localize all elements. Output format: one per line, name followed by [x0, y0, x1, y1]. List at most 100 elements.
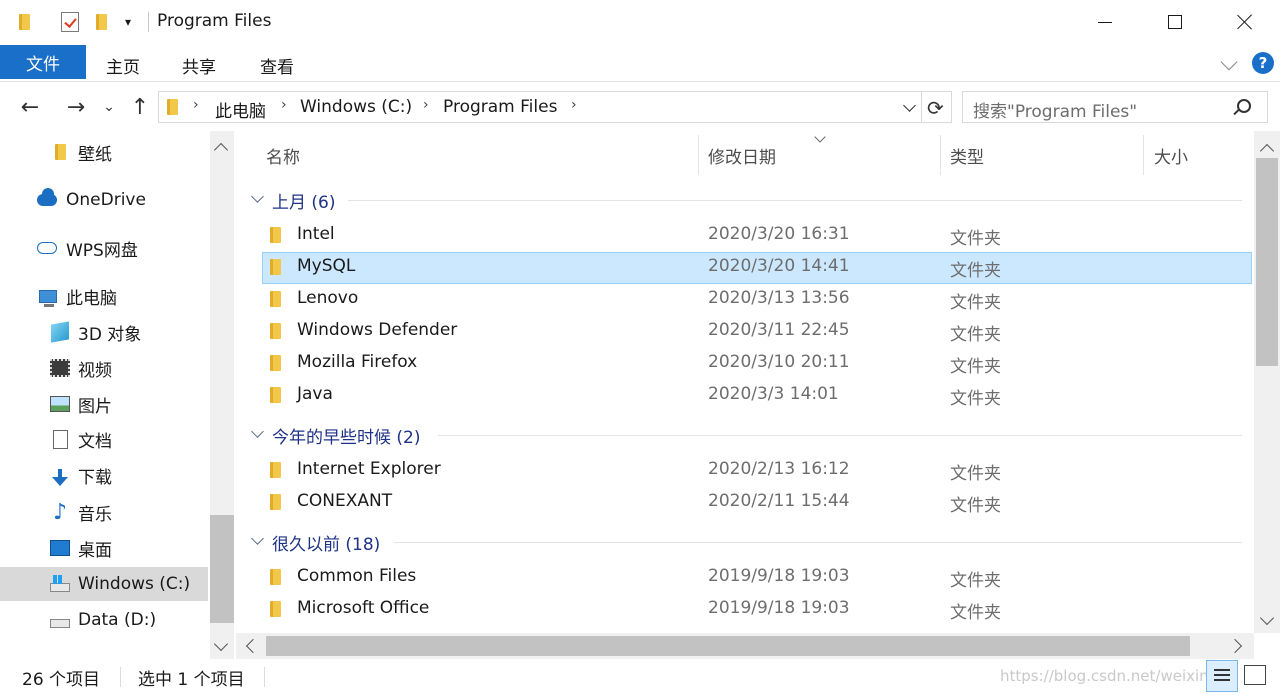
sidebar-item-wallpaper[interactable]: 壁纸 — [0, 135, 208, 169]
column-divider[interactable] — [1143, 135, 1144, 175]
new-folder-button[interactable] — [90, 10, 112, 34]
status-divider — [120, 667, 121, 687]
item-count: 26 个项目 — [22, 670, 101, 690]
table-row-selected[interactable]: MySQL 2020/3/20 14:41 文件夹 — [262, 252, 1252, 284]
table-row[interactable]: Windows Defender 2020/3/11 22:45 文件夹 — [262, 316, 1252, 348]
table-row[interactable]: Intel 2020/3/20 16:31 文件夹 — [262, 220, 1252, 252]
sidebar-item-pictures[interactable]: 图片 — [0, 387, 208, 421]
group-divider — [348, 200, 1242, 201]
drive-c-icon — [50, 574, 70, 597]
refresh-icon[interactable]: ⟳ — [927, 96, 944, 120]
tab-home[interactable]: 主页 — [90, 48, 156, 82]
customize-quick-access-button[interactable]: ▾ — [118, 10, 138, 34]
column-header-date-modified[interactable]: 修改日期 — [708, 143, 776, 168]
table-row[interactable]: Java 2020/3/3 14:01 文件夹 — [262, 380, 1252, 412]
table-row[interactable]: Mozilla Firefox 2020/3/10 20:11 文件夹 — [262, 348, 1252, 380]
address-bar[interactable]: › 此电脑 › Windows (C:) › Program Files › ⟳ — [158, 91, 952, 123]
navigation-bar: ← → ⌄ ↑ › 此电脑 › Windows (C:) › Program F… — [0, 83, 1280, 131]
3d-objects-icon — [50, 321, 70, 343]
breadcrumb-drive-c[interactable]: Windows (C:) — [300, 97, 412, 117]
sidebar-item-wps-cloud[interactable]: WPS网盘 — [0, 231, 208, 265]
file-date: 2020/3/20 14:41 — [708, 256, 850, 276]
sidebar-item-videos[interactable]: 视频 — [0, 351, 208, 385]
details-view-button[interactable] — [1206, 660, 1238, 692]
onedrive-icon — [37, 188, 57, 210]
horizontal-scrollbar-thumb[interactable] — [266, 636, 1190, 656]
collapse-chevron-icon[interactable] — [251, 425, 264, 438]
breadcrumb-separator-icon[interactable]: › — [193, 97, 199, 113]
table-row[interactable]: Lenovo 2020/3/13 13:56 文件夹 — [262, 284, 1252, 316]
collapse-chevron-icon[interactable] — [251, 190, 264, 203]
group-header-long-ago[interactable]: 很久以前 (18) — [236, 527, 1252, 557]
minimize-button[interactable] — [1070, 0, 1140, 44]
breadcrumb-program-files[interactable]: Program Files — [443, 97, 557, 117]
maximize-button[interactable] — [1140, 0, 1210, 44]
breadcrumb-separator-icon[interactable]: › — [571, 97, 577, 113]
file-name: Common Files — [297, 566, 417, 586]
file-name: Intel — [297, 224, 335, 244]
wps-cloud-icon — [37, 238, 57, 258]
sidebar-item-label: 视频 — [78, 360, 112, 381]
breadcrumb-separator-icon[interactable]: › — [281, 97, 287, 113]
group-label: 上月 (6) — [272, 193, 336, 213]
forward-button[interactable]: → — [62, 95, 90, 120]
recent-locations-button[interactable]: ⌄ — [100, 95, 118, 119]
column-divider[interactable] — [698, 135, 699, 175]
minimize-icon — [1098, 21, 1112, 23]
sidebar-item-this-pc[interactable]: 此电脑 — [0, 279, 208, 313]
sidebar-item-drive-d[interactable]: Data (D:) — [0, 603, 208, 637]
file-date: 2020/3/10 20:11 — [708, 352, 850, 372]
tab-view[interactable]: 查看 — [244, 48, 310, 82]
watermark: https://blog.csdn.net/weixin_ — [1000, 667, 1217, 685]
group-header-earlier-this-year[interactable]: 今年的早些时候 (2) — [236, 420, 1252, 450]
collapse-chevron-icon[interactable] — [251, 532, 264, 545]
sidebar-item-music[interactable]: ♪ 音乐 — [0, 495, 208, 529]
table-row[interactable]: Internet Explorer 2020/2/13 16:12 文件夹 — [262, 455, 1252, 487]
tab-file[interactable]: 文件 — [0, 45, 86, 79]
breadcrumb-this-pc[interactable]: 此电脑 — [215, 97, 266, 122]
file-name: Windows Defender — [297, 320, 458, 340]
group-header-last-month[interactable]: 上月 (6) — [236, 185, 1252, 215]
vertical-scrollbar-thumb[interactable] — [1256, 158, 1278, 366]
breadcrumb-separator-icon[interactable]: › — [423, 97, 429, 113]
maximize-icon — [1168, 15, 1182, 29]
tab-share[interactable]: 共享 — [166, 48, 232, 82]
column-divider[interactable] — [940, 135, 941, 175]
help-icon[interactable]: ? — [1252, 52, 1274, 74]
file-date: 2020/2/11 15:44 — [708, 491, 850, 511]
properties-button[interactable] — [58, 10, 82, 34]
close-button[interactable] — [1210, 0, 1280, 44]
status-divider — [264, 667, 265, 687]
column-header-size[interactable]: 大小 — [1154, 143, 1188, 168]
sidebar-item-onedrive[interactable]: OneDrive — [0, 183, 208, 217]
sidebar-item-documents[interactable]: 文档 — [0, 422, 208, 456]
sidebar-scrollbar-thumb[interactable] — [210, 515, 234, 623]
table-row[interactable]: Microsoft Office 2019/9/18 19:03 文件夹 — [262, 594, 1252, 626]
sidebar-item-desktop[interactable]: 桌面 — [0, 531, 208, 565]
group-label: 很久以前 (18) — [272, 535, 381, 555]
sidebar-item-3d-objects[interactable]: 3D 对象 — [0, 315, 208, 349]
file-type: 文件夹 — [950, 571, 1001, 591]
pc-icon — [38, 286, 58, 307]
documents-icon — [50, 429, 70, 449]
folder-icon — [270, 227, 281, 247]
address-divider — [921, 92, 922, 122]
table-row[interactable]: Common Files 2019/9/18 19:03 文件夹 — [262, 562, 1252, 594]
sidebar-item-drive-c[interactable]: Windows (C:) — [0, 567, 208, 601]
column-header-name[interactable]: 名称 — [266, 143, 300, 168]
sidebar-item-label: 桌面 — [78, 540, 112, 561]
sidebar-item-downloads[interactable]: 下载 — [0, 458, 208, 492]
column-header-type[interactable]: 类型 — [950, 143, 984, 168]
search-icon[interactable] — [1237, 99, 1251, 113]
expand-ribbon-chevron-icon[interactable] — [1220, 53, 1238, 71]
up-button[interactable]: ↑ — [128, 95, 152, 120]
music-icon: ♪ — [52, 499, 68, 525]
file-name: Microsoft Office — [297, 598, 430, 618]
table-row[interactable]: CONEXANT 2020/2/11 15:44 文件夹 — [262, 487, 1252, 519]
large-icons-view-button[interactable] — [1244, 665, 1266, 685]
address-dropdown-chevron-icon[interactable] — [903, 99, 916, 112]
title-bar: ▾ Program Files — [0, 0, 1280, 44]
back-button[interactable]: ← — [16, 95, 44, 120]
sidebar-item-label: OneDrive — [66, 190, 146, 210]
search-input[interactable]: 搜索"Program Files" — [962, 91, 1268, 123]
